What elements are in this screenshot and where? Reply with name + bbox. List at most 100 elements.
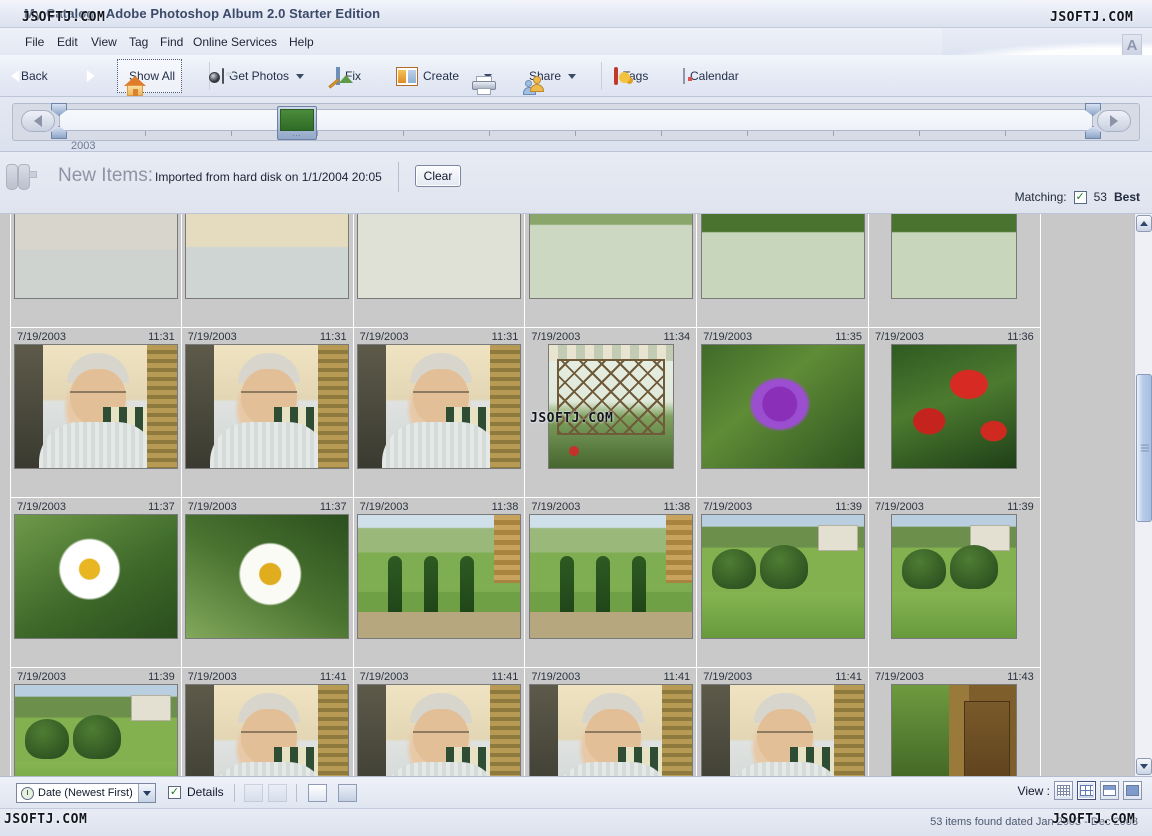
menu-item-view[interactable]: View [86,34,122,50]
timeline-panel[interactable]: 2003 ... [12,103,1140,152]
photo-thumbnail[interactable] [891,514,1018,639]
menu-item-edit[interactable]: Edit [52,34,83,50]
timeline-prev-button[interactable] [21,110,55,132]
photo-thumbnail[interactable] [528,684,693,776]
photo-cell[interactable] [10,214,182,328]
photo-cell[interactable]: 7/19/2003 11:31 [181,328,354,498]
photo-thumbnail[interactable] [891,214,1018,299]
photo-cell[interactable]: 7/19/2003 11:37 [10,498,182,668]
photo-cell[interactable]: 7/19/2003 11:36 [868,328,1041,498]
details-toggle[interactable]: ✓ Details [168,785,224,799]
photo-thumbnail[interactable] [13,514,178,639]
photo-cell[interactable] [525,214,698,328]
menu-item-find[interactable]: Find [155,34,188,50]
timeline-handle-left-top[interactable] [51,103,67,116]
photo-thumbnail[interactable] [891,684,1018,776]
timeline-handle-right-top[interactable] [1085,103,1101,116]
get-photos-button[interactable]: Get Photos [209,59,310,93]
photo-grid-area[interactable]: 7/19/2003 11:31 7/19/2003 11:31 7/19/2003 11:… [0,214,1152,776]
photo-cell[interactable]: 7/19/2003 11:31 [10,328,182,498]
print-button[interactable] [466,59,498,95]
photo-cell[interactable]: 7/19/2003 11:41 [181,668,354,776]
vertical-scrollbar[interactable] [1134,214,1152,776]
photo-cell[interactable] [353,214,526,328]
sort-dropdown-arrow[interactable] [138,784,155,802]
photo-cell[interactable]: 7/19/2003 11:31 [353,328,526,498]
photo-cell[interactable]: 7/19/2003 11:38 [525,498,698,668]
photo-thumbnail[interactable] [700,514,865,639]
chevron-down-icon[interactable] [568,73,577,79]
photo-cell[interactable]: 7/19/2003 11:41 [697,668,869,776]
tags-button[interactable]: Tags [608,59,654,93]
photo-thumbnail[interactable] [356,214,521,299]
rotate-right-button[interactable] [268,784,287,802]
photo-cell[interactable]: 7/19/2003 11:34 [525,328,698,498]
photo-cell[interactable]: 7/19/2003 11:35 [697,328,869,498]
view-single-button[interactable] [1123,781,1142,800]
photo-thumbnail[interactable] [356,344,521,469]
show-all-button[interactable]: Show All [117,59,183,96]
back-button[interactable]: Back [10,59,54,93]
forward-button[interactable] [84,59,101,93]
photo-thumbnail[interactable] [700,684,865,776]
photo-cell[interactable]: 7/19/2003 11:41 [525,668,698,776]
window-title: My Catalog - Adobe Photoshop Album 2.0 S… [24,6,381,21]
view-small-grid-button[interactable] [1054,781,1073,800]
menu-item-file[interactable]: File [20,34,49,50]
photo-thumbnail[interactable] [185,214,350,299]
photo-cell[interactable] [868,214,1041,328]
photo-date: 7/19/2003 [17,500,66,513]
photo-cell[interactable]: 7/19/2003 11:41 [353,668,526,776]
scrollbar-thumb[interactable] [1136,374,1152,522]
photo-thumbnail[interactable] [700,344,865,469]
photo-cell[interactable]: 7/19/2003 11:37 [181,498,354,668]
details-checkbox[interactable]: ✓ [168,785,181,799]
timeline-track[interactable] [59,109,1093,131]
photo-cell[interactable] [697,214,869,328]
matching-checkbox[interactable]: ✓ [1073,190,1087,204]
rotate-left-button[interactable] [244,784,263,802]
photo-cell[interactable]: 7/19/2003 11:38 [353,498,526,668]
right-triangle-icon [1110,115,1118,127]
photo-cell[interactable]: 7/19/2003 11:39 [868,498,1041,668]
menu-item-online-services[interactable]: Online Services [188,34,282,50]
photo-cell[interactable]: 7/19/2003 11:39 [10,668,182,776]
photo-thumbnail[interactable] [185,684,350,776]
chevron-down-icon[interactable] [296,73,305,79]
properties-button[interactable] [308,784,327,802]
photo-thumbnail[interactable] [528,214,693,299]
photo-thumbnail[interactable] [547,344,674,469]
sort-order-select[interactable]: Date (Newest First) [16,783,156,803]
fix-button[interactable]: Fix [328,59,367,93]
photo-thumbnail[interactable] [528,514,693,639]
clear-button[interactable]: Clear [415,165,461,187]
calendar-button[interactable]: Calendar [677,59,745,93]
timeline-handle-right-bottom[interactable] [1085,126,1101,139]
timeline-selected-month[interactable]: ... [277,106,317,140]
photo-cell[interactable]: 7/19/2003 11:39 [697,498,869,668]
photo-thumbnail[interactable] [700,214,865,299]
photo-thumbnail[interactable] [13,214,178,299]
create-button[interactable]: Create [390,59,465,93]
photo-cell[interactable] [181,214,354,328]
scroll-down-button[interactable] [1136,758,1152,775]
photo-thumbnail[interactable] [356,684,521,776]
view-split-button[interactable] [1100,781,1119,800]
photo-thumbnail[interactable] [185,514,350,639]
share-button[interactable]: Share [518,59,582,95]
timeline-next-button[interactable] [1097,110,1131,132]
menu-item-tag[interactable]: Tag [124,34,153,50]
photo-thumbnail[interactable] [13,344,178,469]
create-icon [396,66,418,86]
timeline-month-bar [280,109,314,131]
view-medium-grid-button[interactable] [1077,781,1096,800]
stack-button[interactable] [338,784,357,802]
photo-cell[interactable]: 7/19/2003 11:43 [868,668,1041,776]
photo-thumbnail[interactable] [185,344,350,469]
photo-thumbnail[interactable] [13,684,178,776]
scroll-up-button[interactable] [1136,215,1152,232]
timeline-handle-left-bottom[interactable] [51,126,67,139]
photo-thumbnail[interactable] [356,514,521,639]
menu-item-help[interactable]: Help [284,34,319,50]
photo-thumbnail[interactable] [891,344,1018,469]
